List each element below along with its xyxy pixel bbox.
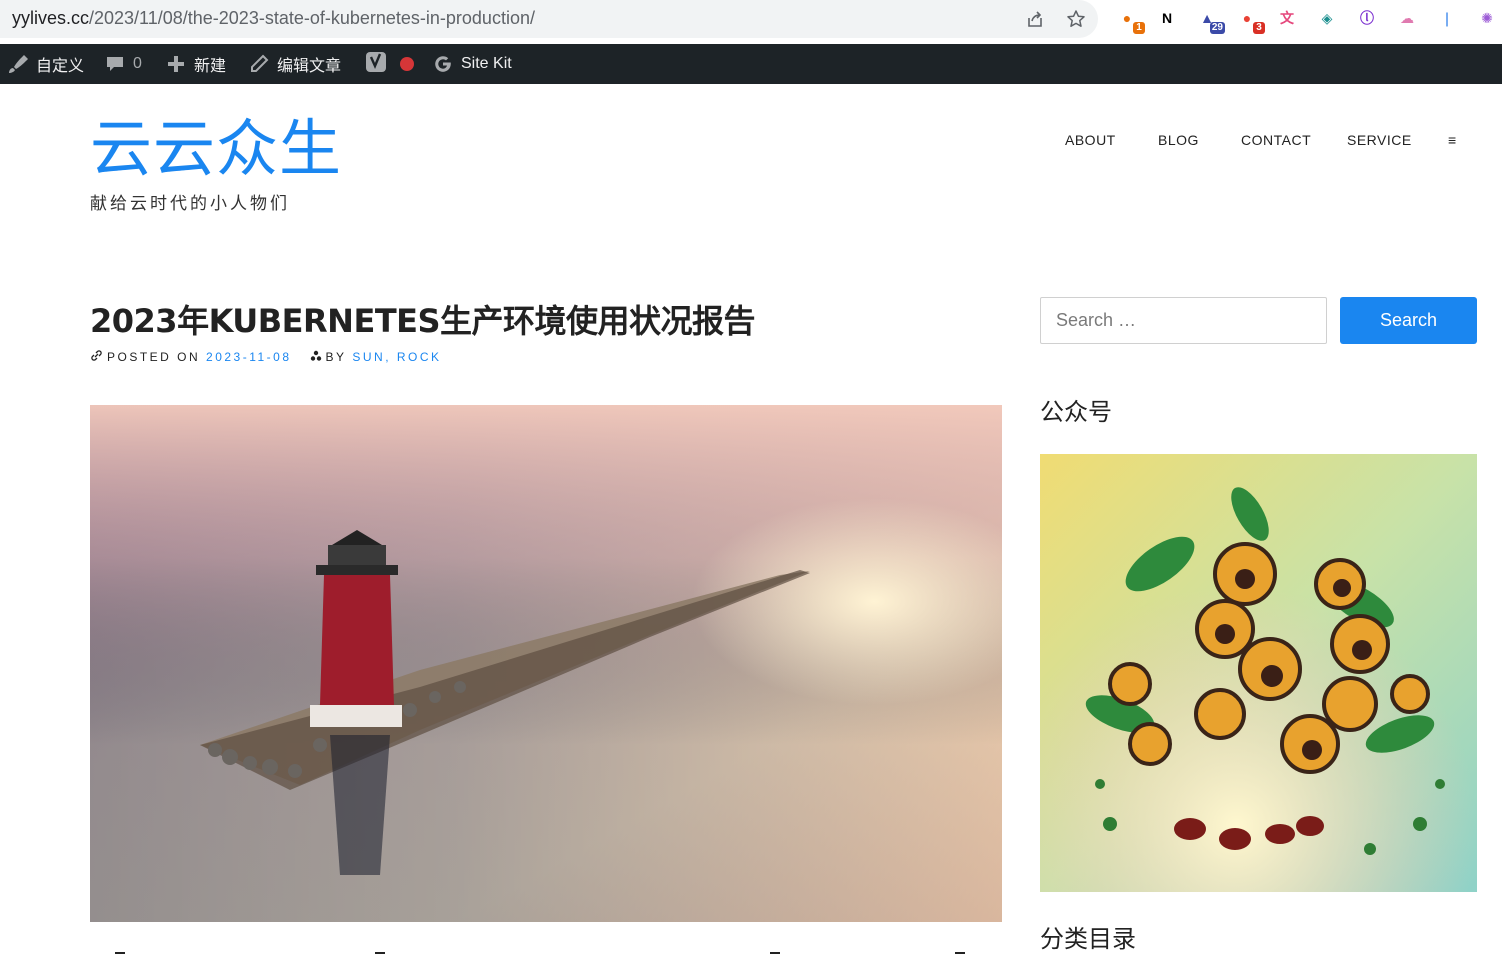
post-title: 2023年KUBERNETES生产环境使用状况报告 [90,302,756,340]
featured-image-lighthouse [90,405,1002,922]
admin-edit-label: 编辑文章 [277,58,342,75]
extension-badge: 3 [1253,22,1265,34]
site-description: 献给云时代的小人物们 [90,194,290,213]
extension-glyph: ◈ [1321,9,1333,26]
admin-sitekit[interactable]: Site Kit [433,44,512,84]
nav-service[interactable]: SERVICE [1347,132,1412,148]
seo-status-dot [400,57,414,71]
post-date-link[interactable]: 2023-11-08 [206,350,292,364]
sitekit-label: Site Kit [461,55,512,72]
extension-1-icon[interactable]: ● 1 [1114,5,1145,34]
extension-grid-icon[interactable]: ◈ [1314,5,1340,31]
nav-about[interactable]: ABOUT [1065,132,1116,148]
admin-customize[interactable]: 自定义 [6,44,84,84]
extension-feather-icon[interactable]: ❘ [1434,5,1460,31]
google-g-icon [433,54,453,74]
widget-title-wechat: 公众号 [1040,398,1112,426]
admin-new-label: 新建 [194,58,227,75]
extension-glyph: ● [1122,10,1132,26]
admin-comments[interactable]: 0 [105,44,142,84]
extension-graduation-icon[interactable]: ▲ 29 [1194,5,1225,34]
nav-menu-icon[interactable]: ≡ [1448,132,1457,148]
site-title[interactable]: 云云众生 [90,118,342,180]
extension-cloud-icon[interactable]: ☁ [1394,5,1420,31]
brush-icon [6,53,28,75]
by-label: BY [325,350,347,364]
openai-icon[interactable]: ✺ [1474,5,1500,31]
extension-glyph: ● [1242,10,1252,26]
wp-admin-bar: 自定义 0 新建 编辑文章 Site Kit [0,44,1502,84]
text-cutoff-fragment [115,952,125,954]
browser-toolbar: yylives.cc/2023/11/08/the-2023-state-of-… [0,0,1502,44]
nav-blog[interactable]: BLOG [1158,132,1199,148]
admin-new[interactable]: 新建 [166,44,226,84]
admin-edit-post[interactable]: 编辑文章 [249,44,341,84]
pencil-icon [249,54,269,74]
text-cutoff-fragment [375,952,385,954]
comments-count: 0 [133,55,142,72]
yoast-icon [365,51,387,78]
extension-badge: 29 [1209,22,1225,34]
extension-glyph: ☁ [1400,9,1414,26]
extension-glyph: 文 [1280,10,1294,26]
url-path: /2023/11/08/the-2023-state-of-kubernetes… [89,8,535,28]
search-input[interactable] [1040,297,1327,344]
author-icon [310,350,322,365]
extension-glyph: N [1161,10,1173,26]
url-text[interactable]: yylives.cc/2023/11/08/the-2023-state-of-… [12,8,535,29]
address-bar[interactable]: yylives.cc/2023/11/08/the-2023-state-of-… [0,0,1098,38]
admin-customize-label: 自定义 [36,58,85,75]
post-meta: POSTED ON 2023-11-08 BY SUN, ROCK [90,349,442,365]
admin-yoast[interactable] [365,44,414,84]
share-icon[interactable] [1022,6,1048,32]
nav-contact[interactable]: CONTACT [1241,132,1311,148]
link-icon [90,349,103,365]
extension-badge: 1 [1133,22,1145,34]
search-button[interactable]: Search [1340,297,1477,344]
extension-3-icon[interactable]: ● 3 [1234,5,1265,34]
translate-icon[interactable]: 文 [1274,5,1300,31]
bookmark-star-icon[interactable] [1063,6,1089,32]
posted-on-label: POSTED ON [107,350,201,364]
extension-glyph: ❘ [1441,9,1453,26]
extension-glyph: ✺ [1481,9,1493,26]
notion-icon[interactable]: N [1154,5,1180,31]
text-cutoff-fragment [770,952,780,954]
extension-lr-icon[interactable]: ⓛ [1354,5,1380,31]
url-host: yylives.cc [12,8,90,28]
widget-title-categories: 分类目录 [1040,925,1136,953]
extension-glyph: ⓛ [1360,10,1374,26]
text-cutoff-fragment [955,952,965,954]
plus-icon [166,54,186,74]
post-author-link[interactable]: SUN, ROCK [352,350,441,364]
comment-icon [105,54,125,74]
wechat-account-image [1040,454,1477,892]
